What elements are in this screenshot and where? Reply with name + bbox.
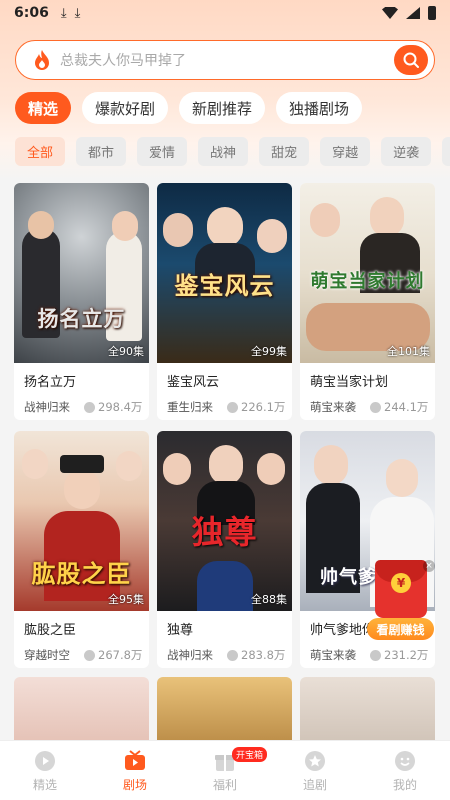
category-war-god[interactable]: 战神 bbox=[198, 137, 249, 166]
treasure-box-badge: 开宝箱 bbox=[232, 747, 268, 762]
drama-title: 扬名立万 bbox=[24, 375, 77, 390]
search-button[interactable] bbox=[394, 45, 428, 75]
drama-genre: 萌宝来袭 bbox=[310, 400, 356, 414]
poster-title: 独尊 bbox=[191, 513, 258, 551]
download-icon: ⤓ bbox=[60, 5, 67, 21]
nav-featured[interactable]: 精选 bbox=[0, 741, 90, 800]
battery-icon bbox=[428, 6, 436, 20]
drama-card[interactable]: 独尊 全88集 独尊 战神归来 283.8万 bbox=[157, 431, 292, 668]
play-circle-icon bbox=[35, 751, 55, 771]
category-domineering[interactable]: 霸 bbox=[442, 137, 450, 166]
download-icon: ⤓ bbox=[74, 5, 81, 21]
drama-title: 肱股之臣 bbox=[24, 623, 77, 638]
drama-genre: 战神归来 bbox=[24, 400, 70, 414]
star-icon bbox=[305, 751, 325, 771]
category-romance[interactable]: 爱情 bbox=[137, 137, 188, 166]
play-count-icon bbox=[227, 401, 238, 413]
category-comeback[interactable]: 逆袭 bbox=[381, 137, 432, 166]
drama-views: 298.4万 bbox=[98, 400, 143, 414]
drama-views: 267.8万 bbox=[98, 648, 143, 662]
tv-icon bbox=[125, 750, 145, 770]
drama-title: 独尊 bbox=[167, 623, 194, 638]
drama-poster: 扬名立万 全90集 bbox=[14, 183, 149, 363]
tab-hot-dramas[interactable]: 爆款好剧 bbox=[82, 92, 169, 124]
episode-count: 全90集 bbox=[108, 345, 144, 358]
main-tabs: 精选 爆款好剧 新剧推荐 独播剧场 bbox=[15, 92, 363, 124]
play-count-icon bbox=[370, 401, 381, 413]
nav-profile[interactable]: 我的 bbox=[360, 741, 450, 800]
category-filter: 全部 都市 爱情 战神 甜宠 穿越 逆袭 霸 bbox=[15, 137, 450, 167]
drama-views: 244.1万 bbox=[384, 400, 429, 414]
drama-genre: 战神归来 bbox=[167, 648, 213, 662]
drama-poster: 鉴宝风云 全99集 bbox=[157, 183, 292, 363]
nav-label: 追剧 bbox=[302, 778, 327, 792]
red-envelope-icon: ¥ bbox=[375, 560, 427, 618]
poster-title: 萌宝当家计划 bbox=[310, 271, 425, 292]
episode-count: 全101集 bbox=[387, 345, 430, 358]
play-count-icon bbox=[227, 649, 238, 661]
drama-card[interactable] bbox=[14, 677, 149, 747]
drama-views: 226.1万 bbox=[241, 400, 286, 414]
drama-poster: 独尊 全88集 bbox=[157, 431, 292, 611]
watch-earn-widget[interactable]: ¥ × 看剧赚钱 bbox=[367, 560, 435, 640]
nav-welfare[interactable]: 开宝箱 福利 bbox=[180, 741, 270, 800]
search-bar[interactable]: 总裁夫人你马甲掉了 bbox=[15, 40, 435, 80]
nav-label: 福利 bbox=[212, 778, 237, 792]
flame-icon bbox=[35, 50, 49, 70]
nav-label: 剧场 bbox=[122, 778, 147, 792]
signal-icon bbox=[406, 7, 420, 19]
category-sweet[interactable]: 甜宠 bbox=[259, 137, 310, 166]
poster-title: 肱股之臣 bbox=[31, 559, 132, 588]
search-icon bbox=[403, 52, 419, 68]
drama-card[interactable]: 扬名立万 全90集 扬名立万 战神归来 298.4万 bbox=[14, 183, 149, 420]
nav-theater[interactable]: 剧场 bbox=[90, 741, 180, 800]
drama-poster: 萌宝当家计划 全101集 bbox=[300, 183, 435, 363]
close-icon[interactable]: × bbox=[423, 560, 435, 572]
poster-title: 扬名立万 bbox=[37, 306, 126, 331]
tab-exclusive[interactable]: 独播剧场 bbox=[276, 92, 363, 124]
nav-following[interactable]: 追剧 bbox=[270, 741, 360, 800]
drama-genre: 重生归来 bbox=[167, 400, 213, 414]
play-count-icon bbox=[84, 649, 95, 661]
drama-views: 231.2万 bbox=[384, 648, 429, 662]
category-all[interactable]: 全部 bbox=[15, 137, 66, 166]
tab-new-dramas[interactable]: 新剧推荐 bbox=[179, 92, 266, 124]
watch-earn-label: 看剧赚钱 bbox=[367, 618, 434, 640]
category-time-travel[interactable]: 穿越 bbox=[320, 137, 371, 166]
drama-views: 283.8万 bbox=[241, 648, 286, 662]
search-input[interactable]: 总裁夫人你马甲掉了 bbox=[60, 50, 394, 70]
drama-grid-next-row bbox=[14, 677, 436, 747]
drama-genre: 穿越时空 bbox=[24, 648, 70, 662]
status-time: 6:06 bbox=[14, 5, 49, 21]
drama-card[interactable]: 肱股之臣 全95集 肱股之臣 穿越时空 267.8万 bbox=[14, 431, 149, 668]
play-count-icon bbox=[370, 649, 381, 661]
drama-card[interactable] bbox=[157, 677, 292, 747]
episode-count: 全99集 bbox=[251, 345, 287, 358]
smile-face-icon bbox=[395, 751, 415, 771]
drama-card[interactable]: 萌宝当家计划 全101集 萌宝当家计划 萌宝来袭 244.1万 bbox=[300, 183, 435, 420]
poster-title: 鉴宝风云 bbox=[174, 271, 275, 300]
drama-title: 萌宝当家计划 bbox=[310, 375, 389, 390]
bottom-nav: 精选 剧场 开宝箱 福利 追剧 我的 bbox=[0, 740, 450, 800]
nav-label: 精选 bbox=[32, 778, 57, 792]
nav-label: 我的 bbox=[392, 778, 417, 792]
drama-card[interactable]: 鉴宝风云 全99集 鉴宝风云 重生归来 226.1万 bbox=[157, 183, 292, 420]
drama-genre: 萌宝来袭 bbox=[310, 648, 356, 662]
drama-poster: 肱股之臣 全95集 bbox=[14, 431, 149, 611]
status-bar: 6:06 ⤓ ⤓ bbox=[0, 0, 450, 26]
wifi-icon bbox=[382, 7, 398, 19]
category-urban[interactable]: 都市 bbox=[76, 137, 127, 166]
coin-icon: ¥ bbox=[391, 573, 411, 593]
episode-count: 全95集 bbox=[108, 593, 144, 606]
episode-count: 全88集 bbox=[251, 593, 287, 606]
drama-title: 鉴宝风云 bbox=[167, 375, 220, 390]
tab-featured[interactable]: 精选 bbox=[15, 92, 72, 124]
play-count-icon bbox=[84, 401, 95, 413]
drama-card[interactable] bbox=[300, 677, 435, 747]
